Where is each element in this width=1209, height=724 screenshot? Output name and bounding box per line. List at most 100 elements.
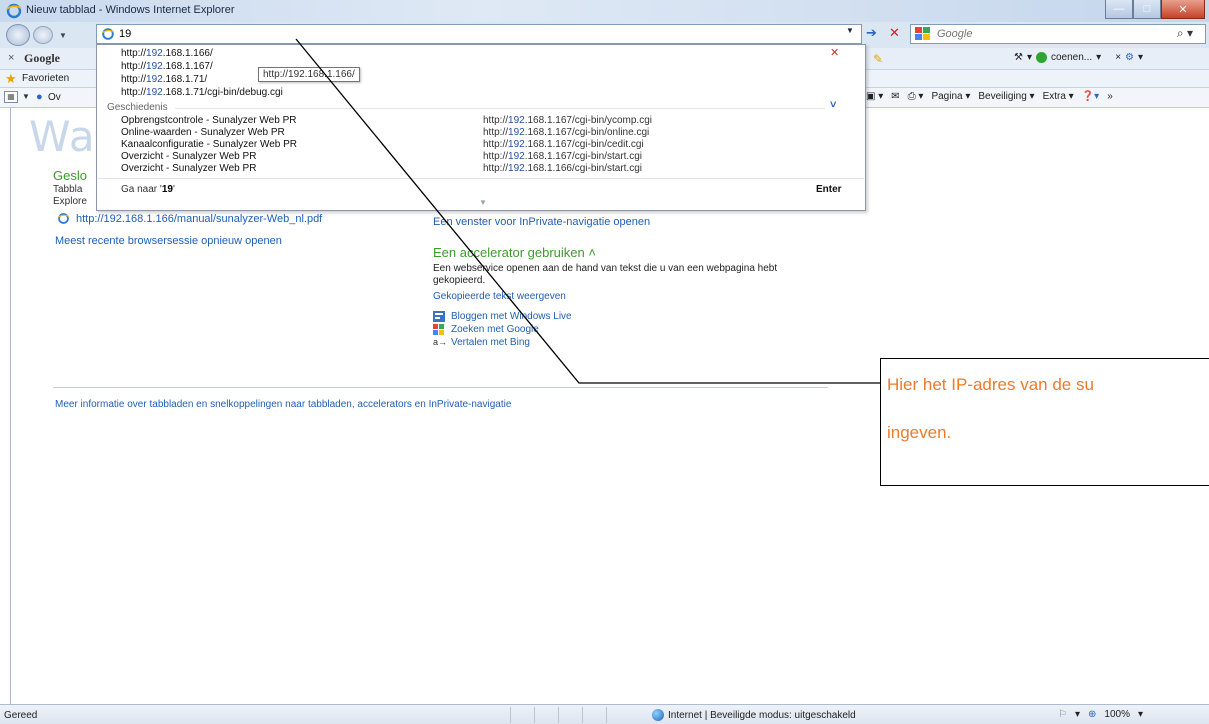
mail-icon[interactable]: ✉ (891, 91, 899, 102)
status-separator (606, 707, 607, 723)
suggestion-prefix: http:// (121, 74, 147, 85)
accelerator-heading[interactable]: Een accelerator gebruiken ˄ (433, 245, 596, 260)
settings-dropdown[interactable]: ▾ (1138, 52, 1143, 63)
history-item-url[interactable]: http://192.168.1.167/cgi-bin/start.cgi (483, 151, 642, 162)
history-item-url[interactable]: http://192.168.1.166/cgi-bin/start.cgi (483, 163, 642, 174)
suggestion-item[interactable]: http://192.168.1.71/cgi-bin/debug.cgi (121, 87, 283, 98)
suggestion-match: 192 (146, 74, 163, 85)
menu-security[interactable]: Beveiliging ▾ (978, 91, 1034, 102)
history-item-title[interactable]: Opbrengstcontrole - Sunalyzer Web PR (121, 115, 296, 126)
suggestion-item[interactable]: http://192.168.1.71/ (121, 74, 207, 85)
history-item-title[interactable]: Overzicht - Sunalyzer Web PR (121, 151, 256, 162)
status-dot-icon (1036, 52, 1047, 63)
rss-feed-icon[interactable]: ▣ ▾ (866, 91, 883, 102)
menu-tools[interactable]: Extra ▾ (1043, 91, 1074, 102)
more-info-link[interactable]: Meer informatie over tabbladen en snelko… (55, 399, 511, 410)
restore-session-link[interactable]: Meest recente browsersessie opnieuw open… (55, 235, 282, 247)
window-controls: — □ ✕ (1105, 0, 1205, 19)
close-icon: ✕ (1178, 3, 1188, 16)
window-title: Nieuw tabblad - Windows Internet Explore… (26, 4, 235, 16)
status-separator (582, 707, 583, 723)
quick-tabs-icon[interactable]: ▦ (4, 91, 18, 103)
search-box[interactable]: ⌕ ▾ (910, 24, 1206, 44)
suggestion-prefix: http:// (121, 61, 147, 72)
highlighter-icon[interactable]: ✎ (873, 52, 883, 66)
callout-line-2: ingeven. (887, 423, 952, 442)
settings-icon[interactable]: ⚙ (1125, 52, 1134, 63)
accelerator-blog[interactable]: Bloggen met Windows Live (433, 311, 572, 322)
address-input[interactable] (119, 26, 819, 42)
wrench-icon[interactable]: ⚒ (1014, 52, 1023, 63)
history-item-url[interactable]: http://192.168.1.167/cgi-bin/online.cgi (483, 127, 649, 138)
accelerator-search[interactable]: Zoeken met Google (433, 324, 539, 335)
accelerator-label: Bloggen met Windows Live (451, 311, 572, 322)
go-arrow-icon[interactable]: ➔ (866, 25, 877, 41)
inprivate-link[interactable]: Een venster voor InPrivate-navigatie ope… (433, 216, 650, 228)
ie-page-icon (57, 213, 70, 224)
zoom-icon[interactable]: ⊕ (1088, 709, 1096, 720)
suggestion-match: 192 (146, 87, 163, 98)
more-commands-icon[interactable]: » (1107, 91, 1113, 102)
print-icon[interactable]: ⎙ ▾ (908, 91, 924, 102)
history-item-url[interactable]: http://192.168.1.167/cgi-bin/ycomp.cgi (483, 115, 652, 126)
closed-tab-link[interactable]: http://192.168.1.166/manual/sunalyzer-We… (57, 212, 322, 225)
stop-icon[interactable]: ✕ (889, 25, 900, 41)
google-icon (433, 324, 444, 335)
popup-blocker-icon[interactable]: ⚐ (1058, 709, 1067, 720)
maximize-button[interactable]: □ (1133, 0, 1161, 19)
goto-value: 19 (161, 184, 173, 195)
history-url-rest: .168.1.166/cgi-bin/start.cgi (524, 163, 642, 174)
show-copied-text-link[interactable]: Gekopieerde tekst weergeven (433, 291, 566, 302)
goto-suffix: ' (172, 184, 175, 195)
status-text: Gereed (4, 710, 38, 721)
security-zone-text: Internet | Beveiligde modus: uitgeschake… (668, 709, 856, 721)
help-icon[interactable]: ❓▾ (1082, 91, 1099, 102)
toolbar-close-icon[interactable]: × (8, 52, 14, 64)
recent-pages-dropdown[interactable]: ▼ (59, 31, 67, 40)
minimize-button[interactable]: — (1105, 0, 1133, 19)
account-dropdown[interactable]: ▾ (1096, 52, 1101, 63)
expand-history-icon[interactable]: ˅ (830, 99, 836, 111)
suggestion-item[interactable]: http://192.168.1.167/ (121, 61, 213, 72)
history-url-match: 192 (508, 163, 525, 174)
back-button[interactable] (6, 24, 30, 46)
popup-blocker-dropdown[interactable]: ▾ (1075, 709, 1080, 720)
title-bar: Nieuw tabblad - Windows Internet Explore… (0, 0, 1209, 22)
account-name[interactable]: coenen... (1051, 52, 1092, 63)
google-account-area: ⚒ ▾ coenen... ▾ × ⚙ ▾ (1014, 52, 1143, 63)
tab-list-dropdown[interactable]: ▼ (22, 92, 30, 101)
zoom-dropdown[interactable]: ▾ (1138, 709, 1143, 720)
history-item-title[interactable]: Kanaalconfiguratie - Sunalyzer Web PR (121, 139, 297, 150)
history-url-match: 192 (508, 151, 525, 162)
favorites-star-icon[interactable]: ★ (5, 71, 17, 87)
google-logo-icon (915, 27, 930, 40)
search-icon[interactable]: ⌕ ▾ (1177, 26, 1193, 41)
browser-window: Nieuw tabblad - Windows Internet Explore… (0, 0, 1209, 724)
windows-live-icon (433, 311, 445, 322)
toolbar-dismiss-icon[interactable]: × (1115, 52, 1121, 63)
page-title: Wa (29, 112, 96, 161)
history-header: Geschiedenis (107, 102, 168, 113)
history-url-prefix: http:// (483, 127, 509, 138)
history-item-url[interactable]: http://192.168.1.167/cgi-bin/cedit.cgi (483, 139, 644, 150)
security-zone[interactable]: Internet | Beveiligde modus: uitgeschake… (652, 709, 856, 721)
menu-page[interactable]: Pagina ▾ (931, 91, 970, 102)
search-input[interactable] (937, 26, 1137, 42)
tab-ie-icon: ● (36, 91, 43, 103)
forward-button[interactable] (33, 26, 53, 44)
goto-entry[interactable]: Ga naar '19' (121, 184, 175, 195)
address-bar[interactable] (96, 24, 862, 44)
resize-grip-icon[interactable]: ▼ (479, 198, 487, 207)
remove-suggestion-icon[interactable]: ✕ (830, 46, 839, 59)
tab-current[interactable]: Ov (48, 92, 61, 103)
address-dropdown-button[interactable]: ▼ (846, 26, 854, 35)
history-item-title[interactable]: Online-waarden - Sunalyzer Web PR (121, 127, 285, 138)
favorites-button[interactable]: Favorieten (22, 73, 69, 84)
suggestion-item[interactable]: http://192.168.1.166/ (121, 48, 213, 59)
history-item-title[interactable]: Overzicht - Sunalyzer Web PR (121, 163, 256, 174)
close-button[interactable]: ✕ (1161, 0, 1205, 19)
accelerator-translate[interactable]: a→ Vertalen met Bing (433, 337, 530, 348)
zoom-level[interactable]: 100% (1104, 709, 1130, 720)
wrench-dropdown[interactable]: ▾ (1027, 52, 1032, 63)
url-tooltip: http://192.168.1.166/ (258, 67, 360, 82)
